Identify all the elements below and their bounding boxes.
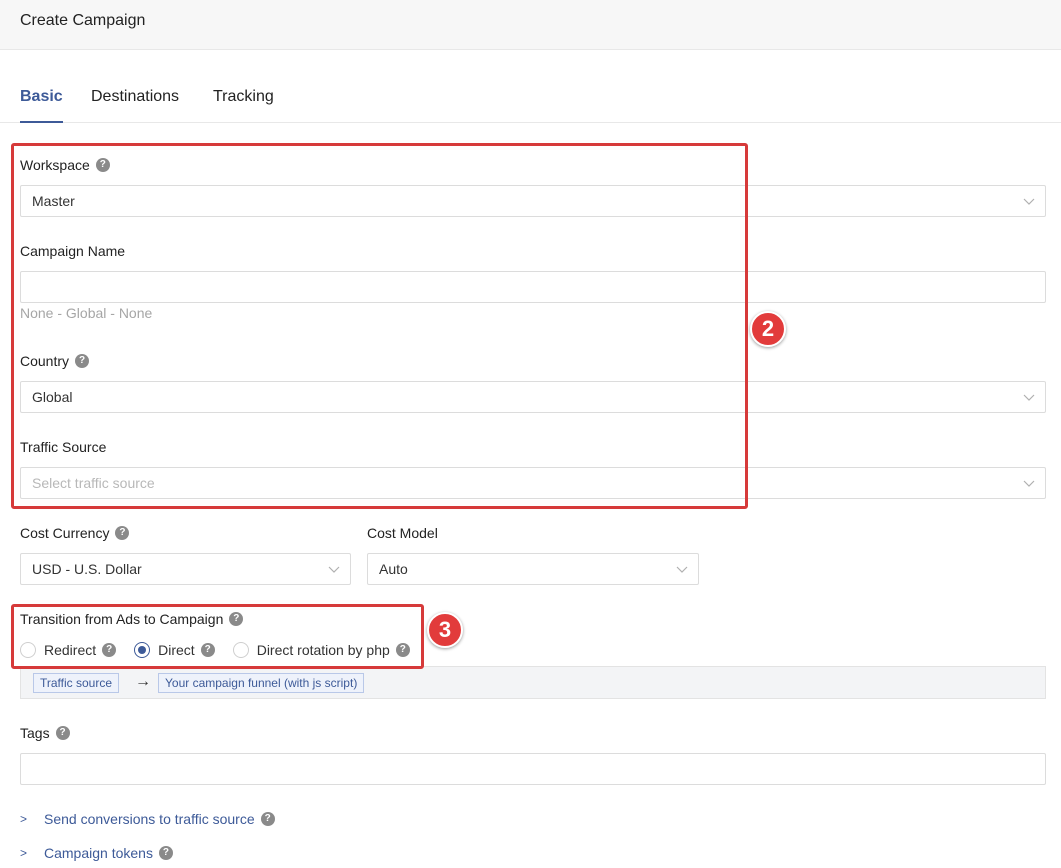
tags-label: Tags ? [20,724,70,742]
tab-basic[interactable]: Basic [20,88,63,123]
annotation-badge-3: 3 [427,612,463,648]
question-circle-icon[interactable]: ? [55,726,70,740]
page-header: Create Campaign [0,0,1061,50]
question-circle-icon[interactable]: ? [158,846,173,860]
transition-flow: Traffic source → Your campaign funnel (w… [20,666,1046,699]
cost-model-label: Cost Model [367,525,438,541]
collapsible-send-conversions[interactable]: > Send conversions to traffic source ? [20,810,275,828]
flow-chip-campaign-funnel: Your campaign funnel (with js script) [158,673,365,693]
annotation-box-2 [11,143,748,509]
question-circle-icon[interactable]: ? [115,526,130,540]
annotation-box-3 [11,604,424,669]
cost-currency-label: Cost Currency ? [20,524,130,542]
tab-destinations[interactable]: Destinations [91,88,179,123]
chevron-down-icon [1023,480,1035,487]
chevron-down-icon [676,566,688,573]
annotation-badge-2: 2 [750,311,786,347]
chevron-down-icon [328,566,340,573]
tab-bar: Basic Destinations Tracking [0,78,1061,123]
cost-model-value: Auto [379,561,408,577]
page-title: Create Campaign [20,12,146,29]
cost-currency-value: USD - U.S. Dollar [32,561,142,577]
cost-currency-select[interactable]: USD - U.S. Dollar [20,553,351,585]
chevron-right-icon: > [20,812,28,826]
tab-tracking[interactable]: Tracking [213,88,274,123]
tags-input[interactable] [20,753,1046,785]
chevron-right-icon: > [20,846,28,860]
collapsible-campaign-tokens[interactable]: > Campaign tokens ? [20,844,173,862]
chevron-down-icon [1023,394,1035,401]
arrow-right-icon: → [135,673,151,690]
chevron-down-icon [1023,198,1035,205]
cost-model-select[interactable]: Auto [367,553,699,585]
flow-chip-traffic-source: Traffic source [33,673,120,693]
question-circle-icon[interactable]: ? [260,812,275,826]
